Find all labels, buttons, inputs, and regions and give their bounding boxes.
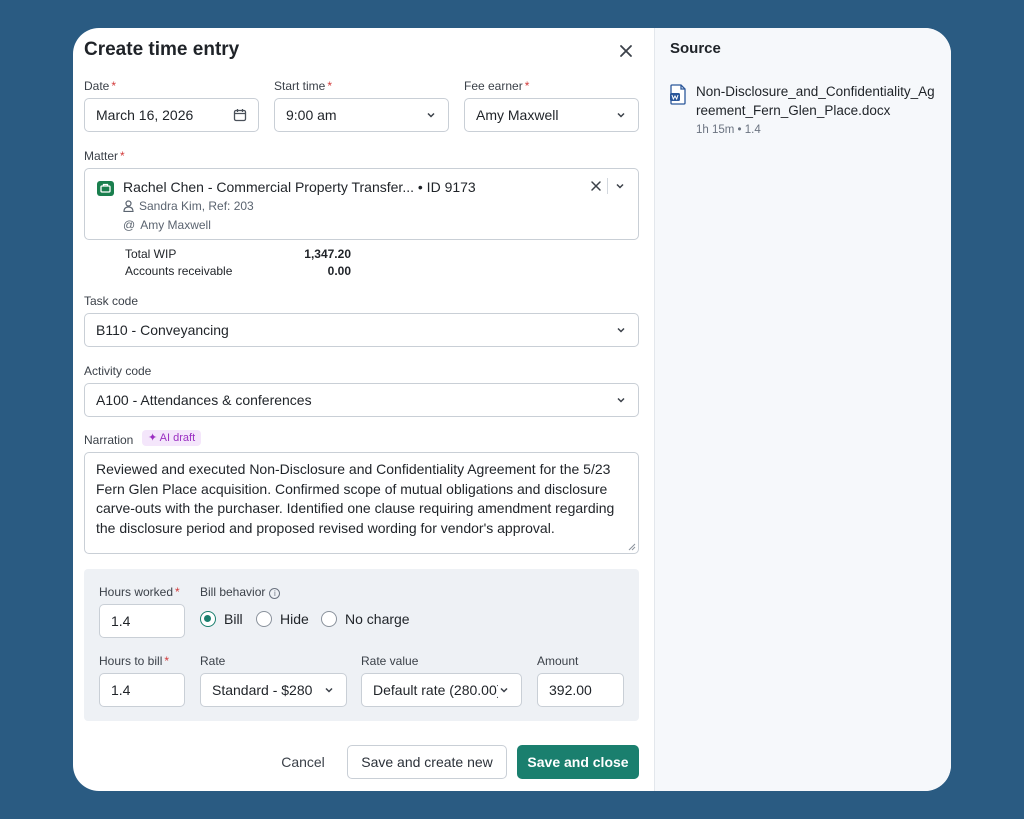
start-time-select[interactable]: 9:00 am bbox=[274, 98, 449, 132]
activity-code-label: Activity code bbox=[84, 364, 152, 378]
source-panel: Source Non-Disclosure_and_Confidentialit… bbox=[654, 28, 951, 791]
chevron-down-icon bbox=[500, 687, 508, 693]
chevron-down-icon bbox=[617, 112, 625, 118]
rate-value-label: Rate value bbox=[361, 654, 419, 668]
chevron-down-icon bbox=[427, 112, 435, 118]
hours-worked-label: Hours worked * bbox=[99, 585, 180, 599]
close-icon bbox=[620, 45, 632, 57]
briefcase-icon bbox=[97, 181, 114, 196]
ai-draft-badge: ✦ AI draft bbox=[142, 430, 202, 446]
source-file[interactable]: Non-Disclosure_and_Confidentiality_Agree… bbox=[670, 82, 936, 136]
rate-value-select[interactable]: Default rate (280.00) bbox=[361, 673, 522, 707]
radio-hide[interactable]: Hide bbox=[256, 611, 309, 627]
activity-code-select[interactable]: A100 - Attendances & conferences bbox=[84, 383, 639, 417]
source-file-meta: 1h 15m • 1.4 bbox=[696, 124, 761, 136]
bill-behavior-label: Bill behavior i bbox=[200, 585, 281, 599]
fee-earner-select[interactable]: Amy Maxwell bbox=[464, 98, 639, 132]
chevron-down-icon bbox=[617, 327, 625, 333]
rate-select[interactable]: Standard - $280 bbox=[200, 673, 347, 707]
source-file-name: Non-Disclosure_and_Confidentiality_Agree… bbox=[696, 84, 935, 118]
calendar-icon bbox=[233, 109, 247, 122]
dialog-title: Create time entry bbox=[84, 39, 240, 60]
narration-textarea[interactable]: Reviewed and executed Non-Disclosure and… bbox=[84, 452, 639, 554]
matter-owner: @ Amy Maxwell bbox=[123, 218, 211, 232]
hours-worked-input[interactable]: 1.4 bbox=[99, 604, 185, 638]
at-icon: @ bbox=[123, 218, 136, 232]
accounts-receivable-row: Accounts receivable 0.00 bbox=[125, 264, 351, 278]
date-field[interactable]: March 16, 2026 bbox=[84, 98, 259, 132]
radio-no-charge[interactable]: No charge bbox=[321, 611, 410, 627]
matter-select[interactable]: Rachel Chen - Commercial Property Transf… bbox=[84, 168, 639, 240]
narration-label: Narration bbox=[84, 433, 134, 447]
radio-dot bbox=[321, 611, 337, 627]
task-code-label: Task code bbox=[84, 294, 139, 308]
chevron-down-icon bbox=[617, 397, 625, 403]
date-label: Date * bbox=[84, 79, 117, 93]
start-time-label: Start time * bbox=[274, 79, 333, 93]
info-icon[interactable]: i bbox=[269, 588, 281, 599]
matter-contact: Sandra Kim, Ref: 203 bbox=[123, 199, 254, 213]
amount-input[interactable]: 392.00 bbox=[537, 673, 624, 707]
form-panel: Create time entry Date * March 16, 2026 S… bbox=[73, 28, 654, 791]
source-title: Source bbox=[670, 40, 721, 57]
chevron-down-icon bbox=[325, 687, 333, 693]
hours-to-bill-input[interactable]: 1.4 bbox=[99, 673, 185, 707]
amount-label: Amount bbox=[537, 654, 579, 668]
radio-bill[interactable]: Bill bbox=[200, 611, 243, 627]
close-button[interactable] bbox=[615, 40, 637, 62]
matter-title: Rachel Chen - Commercial Property Transf… bbox=[123, 179, 476, 195]
hours-to-bill-label: Hours to bill * bbox=[99, 654, 170, 668]
resize-grip-icon[interactable] bbox=[628, 543, 636, 551]
save-and-create-new-button[interactable]: Save and create new bbox=[347, 745, 507, 779]
total-wip-row: Total WIP 1,347.20 bbox=[125, 247, 351, 261]
chevron-down-icon[interactable] bbox=[614, 180, 626, 192]
matter-label: Matter * bbox=[84, 149, 125, 163]
rate-label: Rate bbox=[200, 654, 226, 668]
save-and-close-button[interactable]: Save and close bbox=[517, 745, 639, 779]
radio-dot-selected bbox=[200, 611, 216, 627]
fee-earner-label: Fee earner * bbox=[464, 79, 530, 93]
divider bbox=[607, 178, 608, 194]
create-time-entry-dialog: Create time entry Date * March 16, 2026 S… bbox=[73, 28, 951, 791]
radio-dot bbox=[256, 611, 272, 627]
task-code-select[interactable]: B110 - Conveyancing bbox=[84, 313, 639, 347]
person-icon bbox=[123, 200, 134, 212]
word-document-icon bbox=[670, 84, 686, 105]
cancel-button[interactable]: Cancel bbox=[273, 745, 333, 779]
clear-icon[interactable] bbox=[590, 180, 602, 192]
